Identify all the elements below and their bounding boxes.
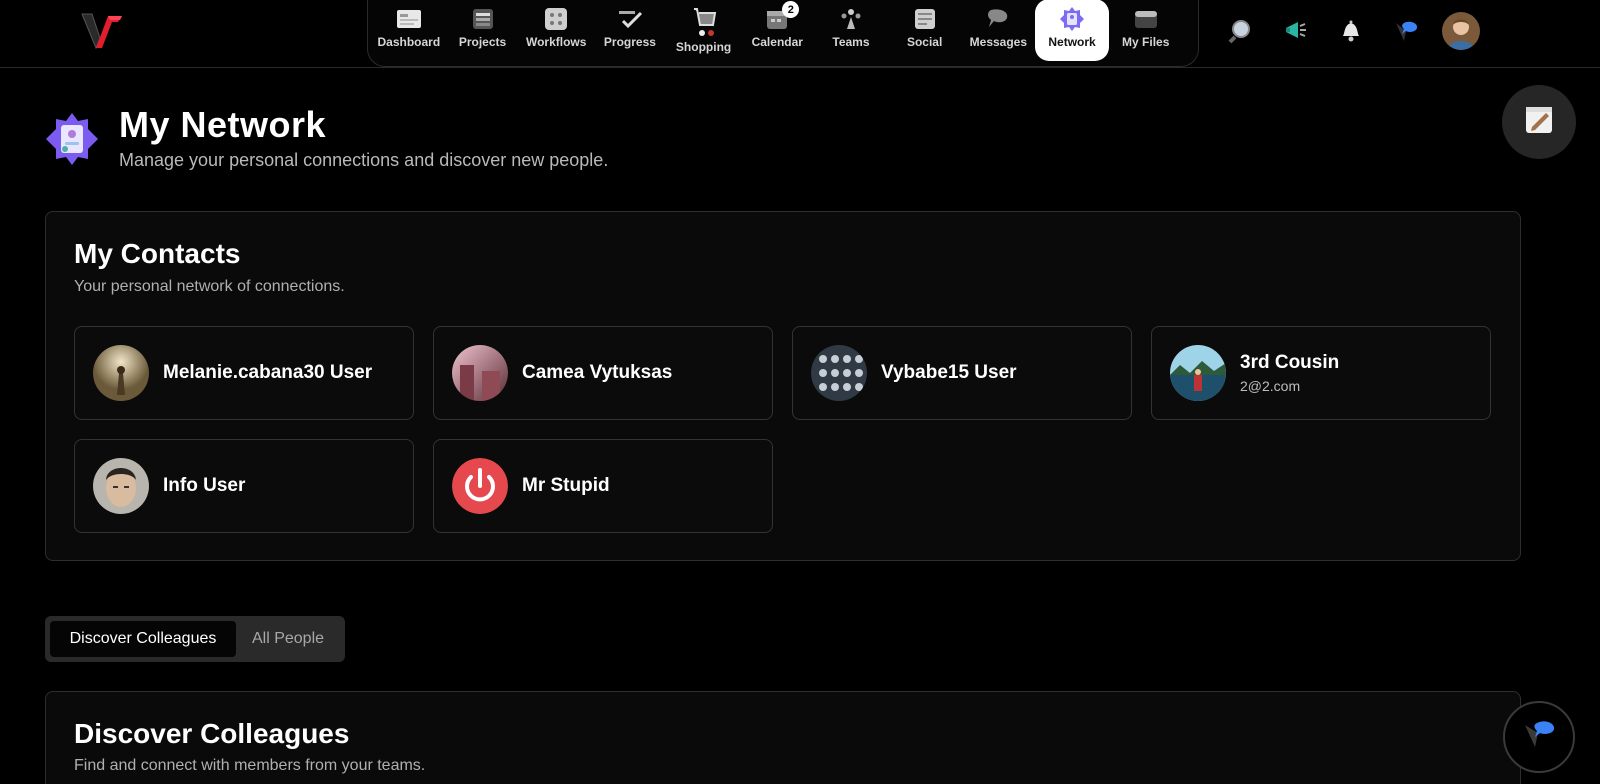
shopping-cart-icon: [690, 5, 718, 38]
nav-label: Network: [1048, 35, 1096, 49]
nav-teams[interactable]: Teams: [814, 0, 888, 61]
contacts-title: My Contacts: [74, 238, 241, 269]
nav-label: My Files: [1122, 35, 1170, 49]
tab-all-people[interactable]: All People: [236, 621, 340, 657]
nav-label: Calendar: [751, 35, 803, 49]
tab-discover-colleagues[interactable]: Discover Colleagues: [50, 621, 236, 657]
top-actions: [1222, 12, 1480, 50]
top-bar: Dashboard Projects Workflows Progress Sh…: [0, 0, 1600, 68]
contact-name: Camea Vytuksas: [522, 362, 673, 383]
nav-dashboard[interactable]: Dashboard: [372, 0, 446, 61]
nav-label: Progress: [603, 35, 656, 49]
nav-label: Projects: [458, 35, 507, 49]
discover-title: Discover Colleagues: [74, 718, 350, 749]
contact-name: 3rd Cousin: [1240, 352, 1340, 373]
nav-label: Shopping: [675, 40, 732, 54]
discover-panel: Discover Colleagues Find and connect wit…: [45, 691, 1521, 784]
calendar-icon: 2: [763, 1, 800, 33]
contacts-subtitle: Your personal network of connections.: [74, 278, 345, 295]
contact-card[interactable]: Vybabe15 User: [792, 326, 1132, 420]
nav-label: Workflows: [525, 35, 587, 49]
contact-avatar: [1170, 345, 1226, 401]
nav-social[interactable]: Social: [888, 0, 962, 61]
network-icon: [1058, 5, 1086, 33]
nav-messages[interactable]: Messages: [962, 0, 1036, 61]
dashboard-icon: [395, 5, 423, 33]
contact-card[interactable]: Info User: [74, 439, 414, 533]
nav-label: Teams: [832, 35, 870, 49]
contact-email: 2@2.com: [1240, 378, 1301, 394]
nav-calendar[interactable]: 2 Calendar: [740, 0, 814, 61]
nav-my-files[interactable]: My Files: [1109, 0, 1183, 61]
contact-avatar: [93, 345, 149, 401]
page-title: My Network: [119, 104, 327, 145]
nav-workflows[interactable]: Workflows: [519, 0, 593, 61]
contact-card[interactable]: Camea Vytuksas: [433, 326, 773, 420]
chat-fab-button[interactable]: [1503, 701, 1575, 773]
discover-subtitle: Find and connect with members from your …: [74, 757, 426, 774]
files-icon: [1132, 5, 1160, 33]
page-subtitle: Manage your personal connections and dis…: [119, 150, 609, 170]
calendar-badge: 2: [782, 1, 800, 18]
nav-label: Dashboard: [377, 35, 441, 49]
network-page-icon: [44, 111, 100, 167]
projects-icon: [469, 5, 497, 33]
contact-avatar: [811, 345, 867, 401]
nav-label: Social: [906, 35, 943, 49]
bell-icon[interactable]: [1332, 12, 1370, 50]
nav-label: Messages: [969, 35, 1028, 49]
contact-card[interactable]: Melanie.cabana30 User: [74, 326, 414, 420]
notes-button[interactable]: [1502, 85, 1576, 159]
contact-avatar: [452, 345, 508, 401]
social-icon: [911, 5, 939, 33]
app-logo[interactable]: [78, 8, 126, 52]
chat-icon[interactable]: [1387, 12, 1425, 50]
contacts-panel: My Contacts Your personal network of con…: [45, 211, 1521, 561]
contact-name: Vybabe15 User: [881, 362, 1017, 383]
messages-icon: [984, 5, 1012, 33]
contact-avatar: [93, 458, 149, 514]
progress-icon: [616, 5, 644, 33]
search-icon[interactable]: [1222, 12, 1260, 50]
chat-bubble-icon: [1519, 715, 1559, 760]
main-nav: Dashboard Projects Workflows Progress Sh…: [367, 0, 1199, 67]
notepad-icon: [1522, 103, 1556, 142]
contact-name: Melanie.cabana30 User: [163, 362, 373, 383]
user-avatar[interactable]: [1442, 12, 1480, 50]
workflows-icon: [542, 5, 570, 33]
contact-card[interactable]: 3rd Cousin 2@2.com: [1151, 326, 1491, 420]
nav-network[interactable]: Network: [1035, 0, 1109, 61]
teams-icon: [837, 5, 865, 33]
nav-shopping[interactable]: Shopping: [667, 0, 741, 61]
contact-card[interactable]: Mr Stupid: [433, 439, 773, 533]
contact-name: Mr Stupid: [522, 475, 610, 496]
power-icon: [452, 458, 508, 514]
people-tabs: Discover Colleagues All People: [45, 616, 345, 662]
contact-name: Info User: [163, 475, 246, 496]
nav-projects[interactable]: Projects: [446, 0, 520, 61]
megaphone-icon[interactable]: [1277, 12, 1315, 50]
nav-progress[interactable]: Progress: [593, 0, 667, 61]
